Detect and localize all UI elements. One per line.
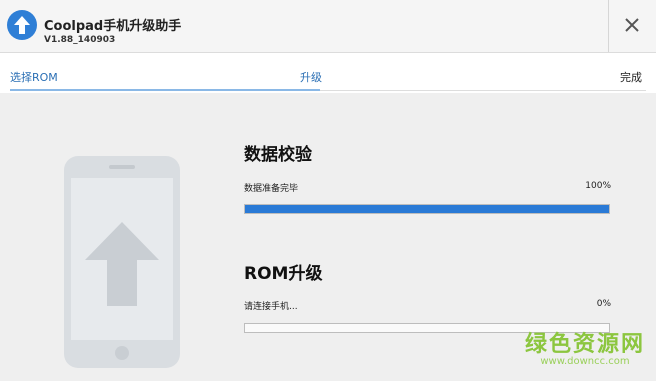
step-progress-line <box>10 89 320 91</box>
step-upgrade: 升级 <box>300 71 322 84</box>
step-track-line <box>320 90 646 91</box>
data-verify-title: 数据校验 <box>244 145 312 165</box>
close-icon <box>625 18 639 32</box>
rom-upgrade-title: ROM升级 <box>244 264 323 284</box>
watermark-text: 绿色资源网 <box>524 332 645 357</box>
progress-fill <box>245 205 609 213</box>
upload-arrow-icon <box>7 10 37 40</box>
rom-upgrade-percent: 0% <box>596 299 611 309</box>
data-verify-progress-bar <box>244 204 610 214</box>
data-verify-status: 数据准备完毕 <box>244 184 299 194</box>
app-version: V1.88_140903 <box>44 35 116 45</box>
step-indicator: 选择ROM 升级 完成 <box>0 53 656 93</box>
step-complete: 完成 <box>620 71 642 84</box>
step-select-rom: 选择ROM <box>10 71 58 84</box>
data-verify-percent: 100% <box>585 181 611 191</box>
title-bar: Coolpad手机升级助手 V1.88_140903 <box>0 0 656 53</box>
app-title: Coolpad手机升级助手 <box>44 19 182 34</box>
title-divider <box>608 0 609 52</box>
rom-upgrade-status: 请连接手机... <box>244 302 298 312</box>
watermark: 绿色资源网 www.downcc.com <box>520 326 650 367</box>
close-button[interactable] <box>612 6 652 44</box>
phone-upload-icon <box>64 156 180 368</box>
